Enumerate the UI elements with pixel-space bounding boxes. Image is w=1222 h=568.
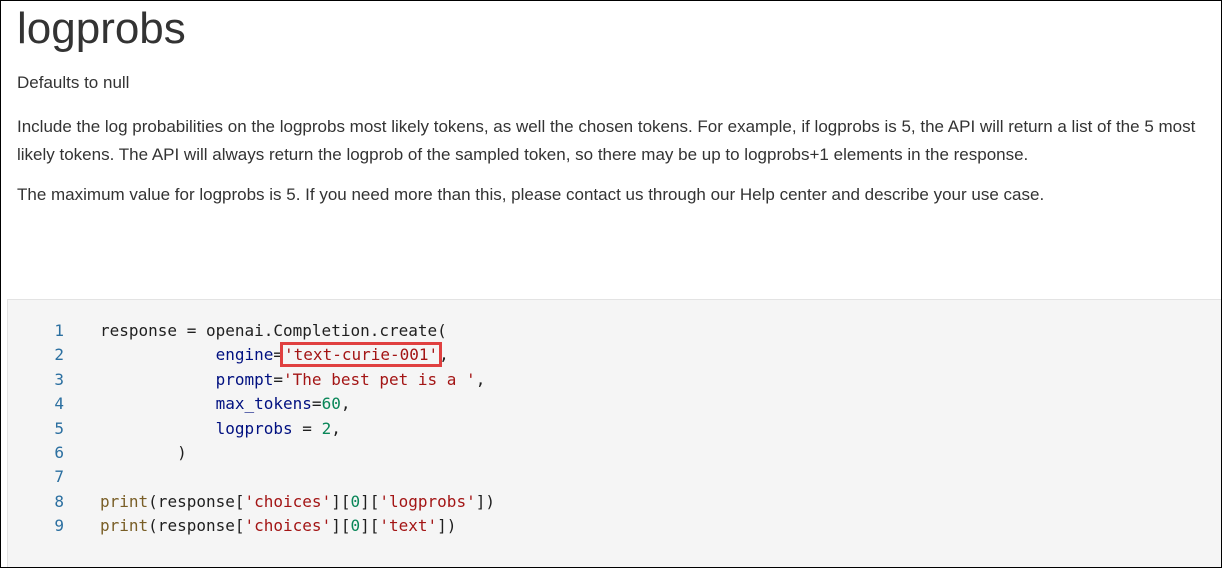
highlighted-engine-value: 'text-curie-001'	[280, 342, 443, 368]
code-block: 1 response = openai.Completion.create( 2…	[7, 299, 1221, 567]
code-token: ])	[437, 516, 457, 536]
code-token: ,	[475, 369, 486, 389]
code-token: ][	[331, 491, 351, 511]
code-line-9: 9 print(response['choices'][0]['text'])	[8, 514, 495, 538]
code-token: (response[	[148, 491, 245, 511]
code-line-7: 7	[8, 465, 495, 489]
code-string: 'choices'	[244, 491, 332, 511]
code-token: =	[311, 394, 322, 414]
code-text: engine='text-curie-001',	[100, 342, 449, 368]
code-text: response = openai.Completion.create(	[100, 319, 447, 343]
code-function: print	[100, 516, 149, 536]
code-number: 2	[321, 418, 332, 438]
code-line-4: 4 max_tokens=60,	[8, 392, 495, 416]
code-token: =	[273, 345, 284, 365]
code-token: ,	[331, 418, 341, 438]
code-token: ][	[360, 491, 380, 511]
code-function: print	[100, 491, 149, 511]
default-value-text: Defaults to null	[17, 73, 130, 92]
code-line-6: 6 )	[8, 441, 495, 465]
code-token: ,	[439, 345, 449, 365]
line-number: 2	[54, 345, 64, 365]
code-line-5: 5 logprobs = 2,	[8, 417, 495, 441]
line-number: 4	[54, 394, 64, 414]
code-line-2: 2 engine='text-curie-001',	[8, 342, 495, 368]
line-number: 9	[54, 516, 64, 536]
code-param: engine	[215, 345, 274, 365]
code-token: (response[	[148, 516, 245, 536]
code-text: )	[100, 443, 187, 463]
code-token: response = openai.	[100, 321, 274, 340]
code-param: logprobs	[215, 418, 293, 438]
code-token: =	[273, 369, 284, 389]
code-string: 'text'	[379, 516, 438, 536]
line-number: 6	[54, 443, 64, 463]
code-number: 0	[350, 516, 361, 536]
code-token: ][	[331, 516, 351, 536]
code-line-3: 3 prompt='The best pet is a ',	[8, 368, 495, 392]
line-number: 8	[54, 491, 64, 511]
line-number: 5	[54, 418, 64, 438]
description-paragraph: Include the log probabilities on the log…	[17, 117, 1196, 164]
code-token: =	[292, 418, 322, 438]
code-text: print(response['choices'][0]['logprobs']…	[100, 490, 495, 514]
code-string: 'logprobs'	[379, 491, 476, 511]
code-param: max_tokens	[215, 394, 312, 414]
code-param: prompt	[215, 369, 274, 389]
code-line-8: 8 print(response['choices'][0]['logprobs…	[8, 490, 495, 514]
code-text: max_tokens=60,	[100, 392, 351, 416]
code-token: ])	[475, 491, 495, 511]
page-title: logprobs	[17, 4, 186, 53]
code-text: prompt='The best pet is a ',	[100, 368, 486, 392]
code-string: 'The best pet is a '	[283, 369, 476, 389]
code-token: Completion.create(	[273, 321, 447, 340]
code-number: 60	[321, 394, 341, 414]
document-frame: logprobs Defaults to null Include the lo…	[0, 0, 1222, 568]
code-string: 'choices'	[244, 516, 332, 536]
doc-content: logprobs Defaults to null Include the lo…	[1, 3, 1221, 209]
code-text: logprobs = 2,	[100, 417, 341, 441]
code-number: 0	[350, 491, 361, 511]
code-line-1: 1 response = openai.Completion.create(	[8, 319, 495, 343]
code-lines: 1 response = openai.Completion.create( 2…	[8, 319, 495, 539]
line-number: 3	[54, 369, 64, 389]
max-value-paragraph: The maximum value for logprobs is 5. If …	[17, 185, 1045, 204]
line-number: 7	[54, 467, 64, 487]
line-number: 1	[54, 321, 64, 340]
code-token: ][	[360, 516, 380, 536]
code-text: print(response['choices'][0]['text'])	[100, 514, 456, 538]
code-token: ,	[340, 394, 351, 414]
